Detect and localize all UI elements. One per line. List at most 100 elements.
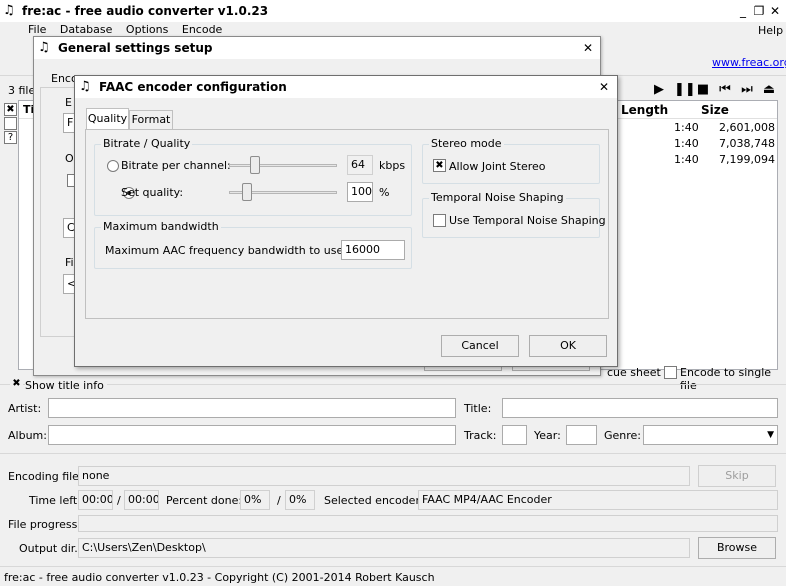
main-titlebar: ♫ fre:ac - free audio converter v1.0.23 … bbox=[0, 0, 786, 22]
title-info-separator bbox=[0, 384, 786, 385]
tab-format-label: Format bbox=[131, 113, 171, 126]
bitrate-radio[interactable] bbox=[107, 160, 119, 172]
restore-icon[interactable]: ❐ bbox=[751, 3, 767, 19]
column-size[interactable]: Size bbox=[701, 103, 729, 117]
general-fragment: E bbox=[65, 96, 72, 109]
browse-button[interactable]: Browse bbox=[698, 537, 776, 559]
percent-total-field: 0% bbox=[285, 490, 315, 510]
main-window-title: fre:ac - free audio converter v1.0.23 bbox=[22, 4, 269, 18]
track-length: 1:40 bbox=[674, 121, 699, 134]
genre-select[interactable]: ▼ bbox=[643, 425, 778, 445]
faac-titlebar: ♫ FAAC encoder configuration ✕ bbox=[75, 76, 617, 98]
encode-single-label: Encode to single file bbox=[680, 366, 772, 392]
menu-file[interactable]: File bbox=[28, 23, 46, 36]
tns-checkbox[interactable] bbox=[433, 214, 446, 227]
faac-title: FAAC encoder configuration bbox=[99, 80, 287, 94]
bitrate-slider-handle[interactable] bbox=[250, 156, 260, 174]
close-icon[interactable]: ✕ bbox=[580, 40, 596, 56]
percent-done-label: Percent done: bbox=[166, 494, 243, 507]
stop-icon[interactable]: ■ bbox=[696, 82, 710, 97]
next-icon[interactable]: ⏭ bbox=[740, 82, 754, 97]
album-input[interactable] bbox=[48, 425, 456, 445]
show-title-info-checkbox[interactable]: ✖ bbox=[10, 378, 23, 391]
title-label: Title: bbox=[464, 402, 492, 415]
selected-encoder-label: Selected encoder: bbox=[324, 494, 424, 507]
skip-button[interactable]: Skip bbox=[698, 465, 776, 487]
track-size: 2,601,008 bbox=[719, 121, 775, 134]
track-label: Track: bbox=[464, 429, 497, 442]
percent-separator: / bbox=[277, 494, 281, 507]
track-length: 1:40 bbox=[674, 153, 699, 166]
encoder-icon: ♫ bbox=[79, 79, 91, 94]
faac-config-dialog: ♫ FAAC encoder configuration ✕ Quality F… bbox=[74, 75, 618, 367]
genre-label: Genre: bbox=[604, 429, 642, 442]
stereo-mode-group: Stereo mode ✖ Allow Joint Stereo bbox=[422, 137, 600, 184]
bandwidth-label: Maximum AAC frequency bandwidth to use (… bbox=[105, 244, 374, 257]
general-fragment: O bbox=[65, 152, 74, 165]
encode-single-checkbox[interactable] bbox=[664, 366, 677, 379]
bitrate-label: Bitrate per channel: bbox=[121, 159, 231, 172]
year-label: Year: bbox=[534, 429, 561, 442]
chevron-down-icon[interactable]: ▼ bbox=[767, 426, 774, 444]
status-bar: fre:ac - free audio converter v1.0.23 - … bbox=[0, 566, 786, 586]
bandwidth-group-title: Maximum bandwidth bbox=[101, 220, 221, 233]
bandwidth-input[interactable]: 16000 bbox=[341, 240, 405, 260]
file-progress-bar bbox=[78, 515, 778, 532]
time-total-field: 00:00 bbox=[124, 490, 159, 510]
track-input[interactable] bbox=[502, 425, 527, 445]
bitrate-slider[interactable] bbox=[229, 164, 337, 167]
freac-link[interactable]: www.freac.org bbox=[712, 56, 786, 69]
encoding-separator bbox=[0, 453, 786, 454]
tab-quality[interactable]: Quality bbox=[86, 108, 129, 130]
previous-icon[interactable]: ⏮ bbox=[718, 82, 732, 97]
menu-options[interactable]: Options bbox=[126, 23, 168, 36]
track-size: 7,038,748 bbox=[719, 137, 775, 150]
general-settings-titlebar: ♫ General settings setup ✕ bbox=[34, 37, 600, 59]
year-input[interactable] bbox=[566, 425, 597, 445]
artist-label: Artist: bbox=[8, 402, 42, 415]
output-dir-label: Output dir.: bbox=[19, 542, 82, 555]
time-left-label: Time left: bbox=[29, 494, 81, 507]
encoding-file-field: none bbox=[78, 466, 690, 486]
settings-icon: ♫ bbox=[38, 40, 50, 55]
artist-input[interactable] bbox=[48, 398, 456, 418]
bitrate-value[interactable]: 64 bbox=[347, 155, 373, 175]
status-text: fre:ac - free audio converter v1.0.23 - … bbox=[4, 571, 435, 584]
joint-stereo-label: Allow Joint Stereo bbox=[449, 160, 546, 173]
tab-format[interactable]: Format bbox=[129, 110, 173, 130]
column-length[interactable]: Length bbox=[621, 103, 668, 117]
menu-encode[interactable]: Encode bbox=[182, 23, 222, 36]
time-separator: / bbox=[117, 494, 121, 507]
playback-controls: ▶ ❚❚ ■ ⏮ ⏭ ⏏ bbox=[652, 82, 782, 98]
quality-value[interactable]: 100 bbox=[347, 182, 373, 202]
quality-unit: % bbox=[379, 186, 390, 199]
show-title-info-label: Show title info bbox=[25, 379, 107, 392]
bandwidth-group: Maximum bandwidth Maximum AAC frequency … bbox=[94, 220, 412, 269]
joint-stereo-checkbox[interactable]: ✖ bbox=[433, 159, 446, 172]
tns-label: Use Temporal Noise Shaping bbox=[449, 214, 606, 227]
toggle-selection-checkbox[interactable]: ? bbox=[4, 131, 17, 144]
cancel-button[interactable]: Cancel bbox=[441, 335, 519, 357]
select-none-checkbox[interactable] bbox=[4, 117, 17, 130]
eject-icon[interactable]: ⏏ bbox=[762, 82, 776, 97]
selected-encoder-field: FAAC MP4/AAC Encoder bbox=[418, 490, 778, 510]
menu-help[interactable]: Help bbox=[758, 24, 783, 37]
cue-sheet-label: cue sheet bbox=[607, 366, 661, 379]
output-dir-field: C:\Users\Zen\Desktop\ bbox=[78, 538, 690, 558]
menu-database[interactable]: Database bbox=[60, 23, 113, 36]
select-all-checkbox[interactable]: ✖ bbox=[4, 103, 17, 116]
quality-slider-handle[interactable] bbox=[242, 183, 252, 201]
pause-icon[interactable]: ❚❚ bbox=[674, 82, 696, 97]
track-length: 1:40 bbox=[674, 137, 699, 150]
minimize-icon[interactable]: _ bbox=[735, 3, 751, 19]
quality-label: Set quality: bbox=[121, 186, 184, 199]
play-icon[interactable]: ▶ bbox=[652, 82, 666, 97]
title-input[interactable] bbox=[502, 398, 778, 418]
close-icon[interactable]: ✕ bbox=[596, 79, 612, 95]
general-settings-title: General settings setup bbox=[58, 41, 213, 55]
close-icon[interactable]: ✕ bbox=[767, 3, 783, 19]
tab-quality-label: Quality bbox=[87, 112, 128, 125]
ok-button[interactable]: OK bbox=[529, 335, 607, 357]
encoding-file-label: Encoding file: bbox=[8, 470, 83, 483]
stereo-mode-group-title: Stereo mode bbox=[429, 137, 504, 150]
